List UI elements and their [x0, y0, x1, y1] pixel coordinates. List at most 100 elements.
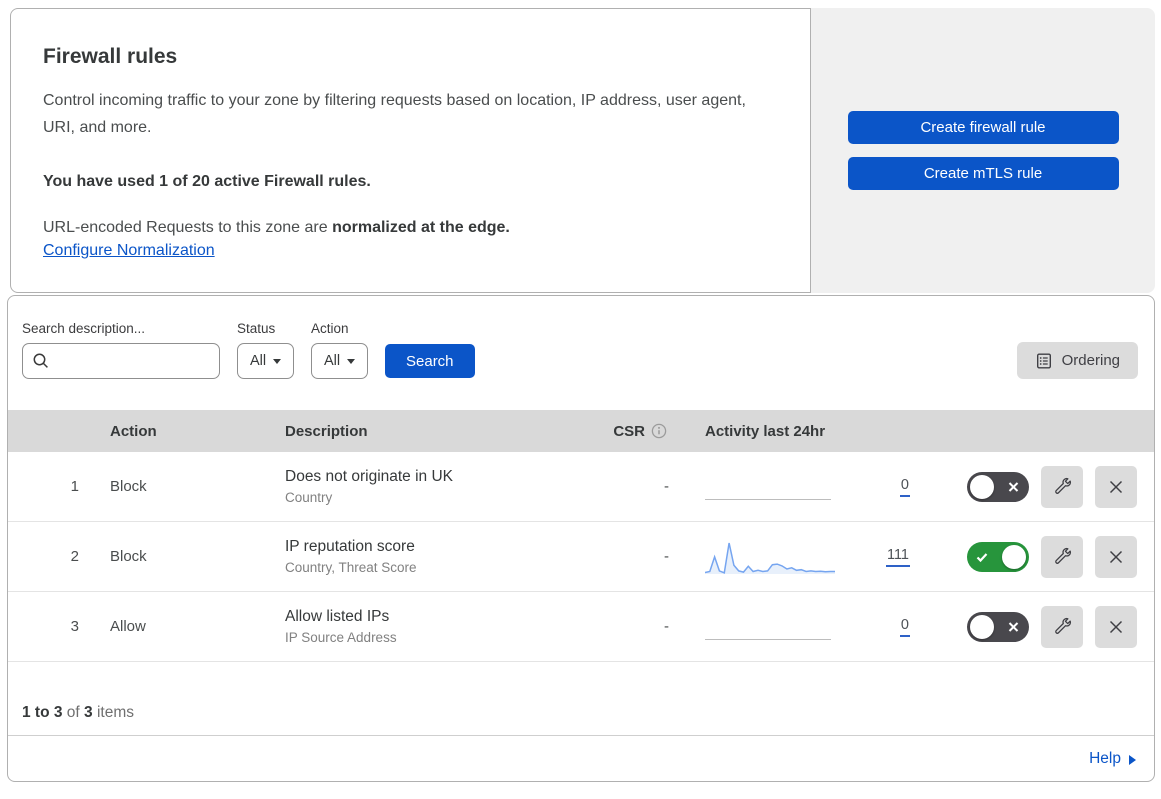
rule-activity-cell: 111: [697, 537, 920, 577]
total-count: 3: [84, 704, 93, 721]
normalization-note: URL-encoded Requests to this zone are no…: [43, 219, 778, 237]
help-bar: Help: [8, 736, 1154, 781]
rule-controls: [920, 465, 1154, 508]
rule-activity-cell: 0: [697, 607, 920, 647]
wrench-icon: [1053, 547, 1072, 566]
activity-count-link[interactable]: 111: [885, 547, 910, 567]
action-select[interactable]: All: [311, 343, 368, 379]
table-row: 2 Block IP reputation score Country, Thr…: [8, 522, 1154, 592]
search-group: Search description...: [22, 321, 220, 379]
rule-activity-cell: 0: [697, 467, 920, 507]
action-filter-group: Action All: [311, 321, 368, 379]
edit-rule-button[interactable]: [1041, 535, 1083, 578]
toggle-knob: [970, 614, 994, 639]
table-row: 1 Block Does not originate in UK Country…: [8, 452, 1154, 522]
rule-csr: -: [664, 548, 669, 565]
filter-bar: Search description... Status All Action …: [8, 296, 1154, 410]
close-icon: [1107, 618, 1125, 636]
activity-sparkline: [705, 467, 835, 507]
help-label: Help: [1089, 749, 1121, 767]
rule-fields: Country, Threat Score: [285, 560, 417, 575]
caret-down-icon: [347, 358, 356, 364]
rule-priority: 2: [70, 548, 79, 565]
rule-priority: 3: [70, 618, 79, 635]
rule-description-cell: IP reputation score Country, Threat Scor…: [285, 538, 600, 575]
rule-description: Does not originate in UK: [285, 468, 454, 485]
range-text: 1 to 3: [22, 704, 63, 721]
action-label: Action: [311, 321, 349, 336]
caret-down-icon: [273, 358, 282, 364]
toggle-knob: [970, 474, 994, 499]
info-icon[interactable]: [651, 423, 667, 439]
page-description: Control incoming traffic to your zone by…: [43, 92, 746, 136]
activity-count-link[interactable]: 0: [899, 617, 910, 637]
toggle-knob: [1002, 544, 1026, 569]
rule-action: Allow: [110, 618, 146, 635]
activity-count-link[interactable]: 0: [899, 477, 910, 497]
normalization-text: URL-encoded Requests to this zone are: [43, 219, 333, 236]
rule-action: Block: [110, 548, 147, 565]
page-title: Firewall rules: [43, 45, 178, 68]
close-icon: [1107, 478, 1125, 496]
usage-summary: You have used 1 of 20 active Firewall ru…: [43, 173, 371, 190]
rule-controls: [920, 535, 1154, 578]
ordering-label: Ordering: [1061, 352, 1120, 369]
rule-csr: -: [664, 478, 669, 495]
rule-description-cell: Allow listed IPs IP Source Address: [285, 608, 600, 645]
of-text: of: [62, 704, 85, 721]
search-input[interactable]: [50, 352, 210, 370]
ordering-button[interactable]: Ordering: [1016, 342, 1138, 379]
wrench-icon: [1053, 477, 1072, 496]
table-header: Action Description CSR Activity last 24h…: [8, 410, 1154, 452]
search-label: Search description...: [22, 321, 146, 336]
search-icon: [32, 352, 50, 370]
rule-csr: -: [664, 618, 669, 635]
intro-card: Firewall rules Control incoming traffic …: [10, 8, 811, 293]
rule-enabled-toggle[interactable]: [967, 471, 1029, 502]
rule-priority: 1: [70, 478, 79, 495]
edit-rule-button[interactable]: [1041, 605, 1083, 648]
configure-normalization-link[interactable]: Configure Normalization: [43, 242, 215, 259]
status-label: Status: [237, 321, 276, 336]
rule-description-cell: Does not originate in UK Country: [285, 468, 600, 505]
triangle-right-icon: [1129, 754, 1136, 765]
x-icon: [1008, 481, 1019, 492]
table-row: 3 Allow Allow listed IPs IP Source Addre…: [8, 592, 1154, 662]
rule-description: IP reputation score: [285, 538, 415, 555]
activity-sparkline: [705, 607, 835, 647]
rule-enabled-toggle[interactable]: [967, 611, 1029, 642]
check-icon: [976, 552, 988, 562]
rule-fields: IP Source Address: [285, 630, 397, 645]
close-icon: [1107, 548, 1125, 566]
edit-rule-button[interactable]: [1041, 465, 1083, 508]
header-csr: CSR: [600, 423, 697, 440]
normalization-bold-text: normalized at the edge.: [332, 219, 510, 236]
rule-enabled-toggle[interactable]: [967, 541, 1029, 572]
pagination-summary: 1 to 3 of 3 items: [8, 662, 1154, 736]
create-mtls-rule-button[interactable]: Create mTLS rule: [847, 157, 1119, 190]
header-section: Firewall rules Control incoming traffic …: [10, 8, 1155, 293]
items-text: items: [92, 704, 134, 721]
header-csr-label: CSR: [613, 422, 645, 440]
activity-sparkline: [705, 537, 835, 577]
header-activity: Activity last 24hr: [705, 422, 826, 440]
x-icon: [1008, 621, 1019, 632]
search-button[interactable]: Search: [385, 344, 475, 378]
delete-rule-button[interactable]: [1095, 465, 1137, 508]
rule-action: Block: [110, 478, 147, 495]
delete-rule-button[interactable]: [1095, 535, 1137, 578]
create-firewall-rule-button[interactable]: Create firewall rule: [847, 111, 1119, 144]
rules-list-card: Search description... Status All Action …: [7, 295, 1155, 782]
rule-description: Allow listed IPs: [285, 608, 390, 625]
status-select[interactable]: All: [237, 343, 294, 379]
wrench-icon: [1053, 617, 1072, 636]
rule-controls: [920, 605, 1154, 648]
help-link[interactable]: Help: [1089, 750, 1136, 768]
delete-rule-button[interactable]: [1095, 605, 1137, 648]
header-action: Action: [110, 422, 157, 440]
rule-fields: Country: [285, 490, 333, 505]
action-selected-value: All: [323, 353, 341, 369]
header-description: Description: [285, 422, 368, 440]
status-filter-group: Status All: [237, 321, 294, 379]
ordering-icon: [1035, 352, 1053, 370]
